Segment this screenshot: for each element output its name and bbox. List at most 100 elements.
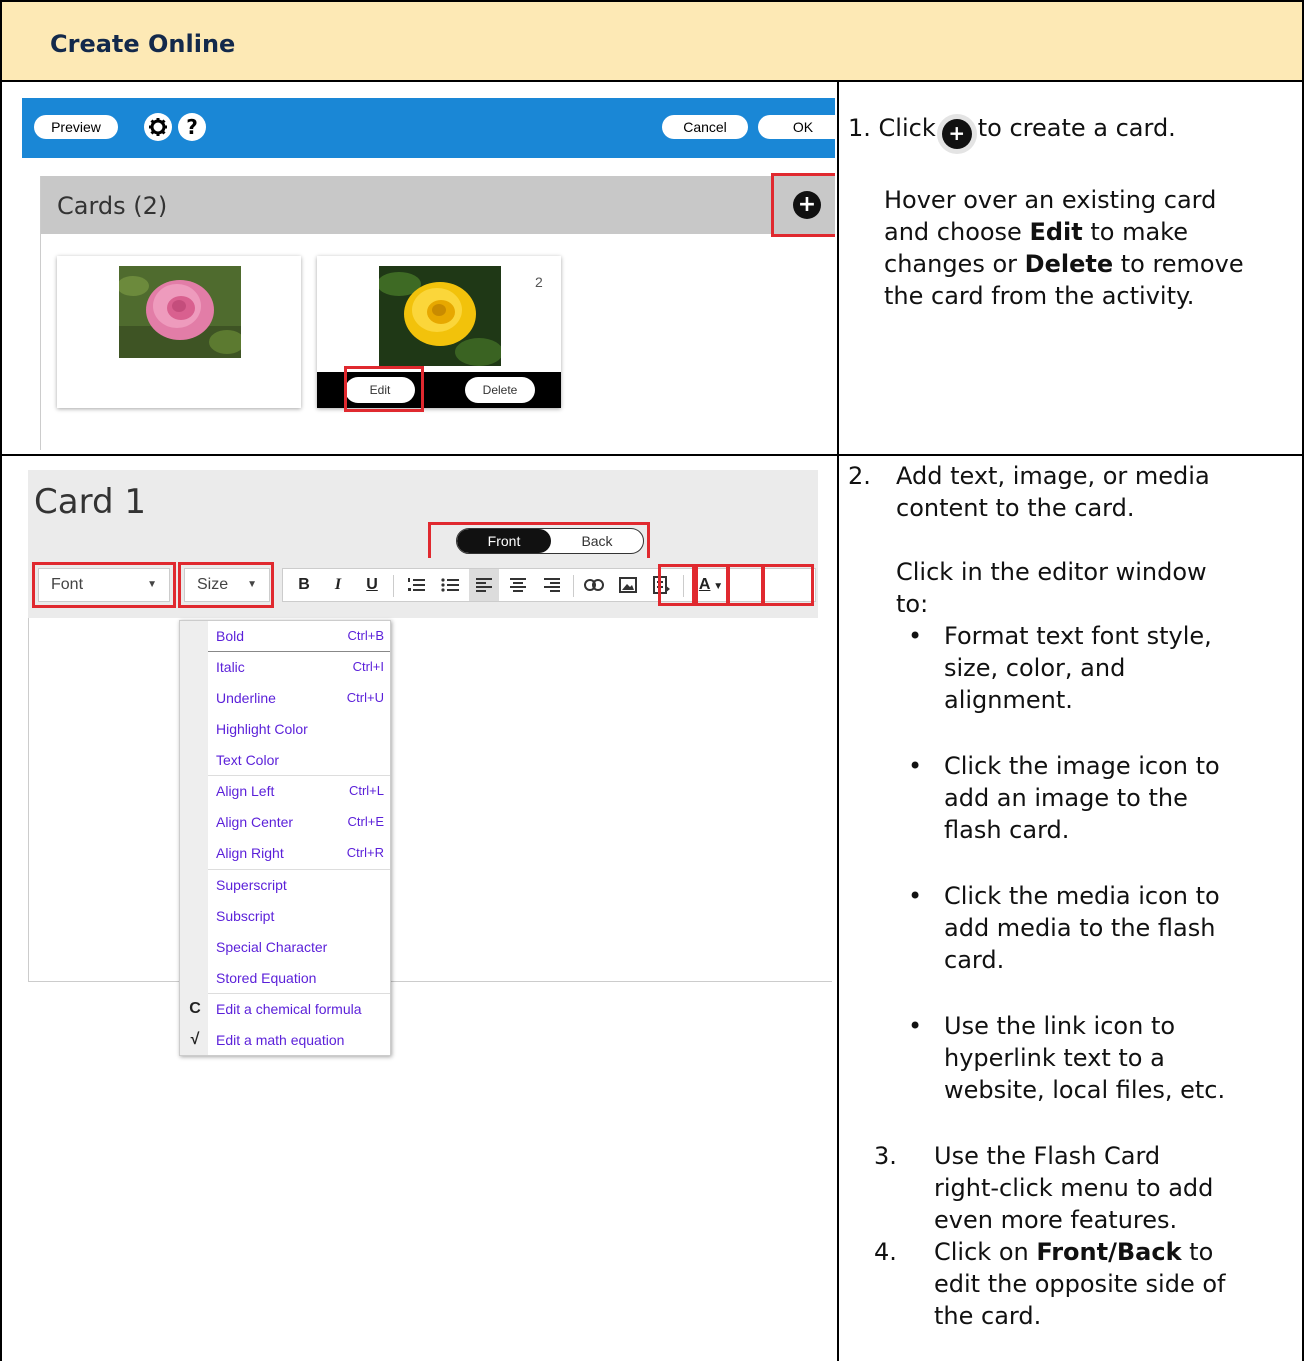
- question-icon[interactable]: ?: [178, 113, 206, 141]
- menu-item-math-equation[interactable]: √ Edit a math equation: [180, 1025, 390, 1055]
- highlight-front-back: [428, 522, 650, 562]
- card-editor-screenshot: Card 1 Front Back Font ▼ Size ▼ B I U A …: [28, 470, 832, 1056]
- toolbar-separator: [573, 575, 574, 597]
- cancel-button[interactable]: Cancel: [662, 115, 748, 139]
- menu-item-align-right[interactable]: Align Right Ctrl+R: [180, 838, 390, 868]
- cards-screenshot: Preview ? Cancel OK Cards (2) + 2 Edit D…: [22, 98, 835, 450]
- text-line: Format text font style,: [944, 622, 1212, 650]
- menu-item-align-center[interactable]: Align Center Ctrl+E: [180, 807, 390, 837]
- text-line: website, local files, etc.: [944, 1076, 1226, 1104]
- step1-text: 1. Click + to create a card.: [848, 112, 1288, 149]
- image-icon[interactable]: [613, 569, 643, 601]
- link-icon[interactable]: [579, 569, 609, 601]
- yellow-rose-image: [379, 266, 501, 366]
- bullet-dot: •: [908, 1012, 923, 1040]
- table-header: Create Online: [2, 2, 1302, 82]
- step1-hover-text: Hover over an existing card and choose E…: [884, 184, 1294, 312]
- text-line: size, color, and: [944, 654, 1126, 682]
- align-left-icon[interactable]: [469, 569, 499, 601]
- bullet-dot: •: [908, 882, 923, 910]
- card-tile[interactable]: [57, 256, 301, 408]
- numbered-list-icon[interactable]: [401, 569, 431, 601]
- text-line: the card.: [934, 1302, 1042, 1330]
- text-line: flash card.: [944, 816, 1070, 844]
- text-line: Click in the editor window: [896, 558, 1207, 586]
- text-line: and choose Edit to make: [884, 218, 1188, 246]
- menu-item-subscript[interactable]: Subscript: [180, 901, 390, 931]
- text-line: to:: [896, 590, 929, 618]
- underline-button[interactable]: U: [357, 569, 387, 601]
- step3-number: 3.: [874, 1142, 897, 1170]
- menu-item-chemical-formula[interactable]: C Edit a chemical formula: [180, 994, 390, 1024]
- section-title: Create Online: [50, 30, 236, 58]
- highlight-media: [726, 564, 764, 606]
- step1-suffix: to create a card.: [977, 114, 1176, 142]
- text-line: Add text, image, or media: [896, 462, 1210, 490]
- highlight-font: [32, 562, 176, 608]
- text-line: even more features.: [934, 1206, 1178, 1234]
- column-divider: [837, 82, 839, 1361]
- highlight-text-color: [762, 564, 814, 606]
- preview-button[interactable]: Preview: [34, 115, 118, 139]
- text-line: add an image to the: [944, 784, 1188, 812]
- editor-toolbar: Font ▼ Size ▼ B I U A ▼: [28, 558, 818, 618]
- context-menu: Bold Ctrl+B Italic Ctrl+I Underline Ctrl+U …: [179, 620, 391, 1056]
- toolbar-separator: [393, 575, 394, 597]
- text-line: Click on Front/Back to: [934, 1238, 1214, 1266]
- text-line: Hover over an existing card: [884, 186, 1217, 214]
- row-divider: [2, 454, 1302, 456]
- menu-item-superscript[interactable]: Superscript: [180, 870, 390, 900]
- text-line: edit the opposite side of: [934, 1270, 1226, 1298]
- gear-icon[interactable]: [144, 113, 172, 141]
- text-line: Click the media icon to: [944, 882, 1220, 910]
- text-line: Click the image icon to: [944, 752, 1220, 780]
- cards-panel: Cards (2) + 2 Edit Delete: [40, 173, 835, 450]
- bullet-list-icon[interactable]: [435, 569, 465, 601]
- text-line: changes or Delete to remove: [884, 250, 1244, 278]
- align-center-icon[interactable]: [503, 569, 533, 601]
- text-line: hyperlink text to a: [944, 1044, 1165, 1072]
- bullet-dot: •: [908, 752, 923, 780]
- step2-editor-text: Click in the editor window to:: [896, 556, 1296, 620]
- menu-item-bold[interactable]: Bold Ctrl+B: [180, 621, 390, 651]
- menu-item-stored-equation[interactable]: Stored Equation: [180, 963, 390, 993]
- delete-button[interactable]: Delete: [465, 377, 535, 403]
- step1-prefix: 1. Click: [848, 114, 936, 142]
- cards-header: Cards (2) +: [41, 176, 835, 234]
- cards-heading: Cards (2): [57, 192, 168, 220]
- highlight-image: [692, 564, 730, 606]
- text-line: right-click menu to add: [934, 1174, 1214, 1202]
- highlight-size: [178, 562, 274, 608]
- text-line: the card from the activity.: [884, 282, 1195, 310]
- text-line: Use the link icon to: [944, 1012, 1176, 1040]
- text-line: content to the card.: [896, 494, 1135, 522]
- editor-window[interactable]: [28, 618, 832, 982]
- plus-icon: +: [941, 119, 972, 149]
- text-line: alignment.: [944, 686, 1073, 714]
- step4-number: 4.: [874, 1238, 897, 1266]
- italic-button[interactable]: I: [323, 569, 353, 601]
- align-right-icon[interactable]: [537, 569, 567, 601]
- menu-item-italic[interactable]: Italic Ctrl+I: [180, 652, 390, 682]
- step2-text: Add text, image, or media content to the…: [896, 460, 1296, 524]
- highlight-edit: [344, 366, 424, 412]
- menu-item-text-color[interactable]: Text Color: [180, 745, 390, 775]
- chemistry-icon: C: [189, 1000, 201, 1017]
- editor-topbar: Preview ? Cancel OK: [22, 98, 835, 158]
- square-root-icon: √: [190, 1031, 200, 1048]
- menu-item-special-character[interactable]: Special Character: [180, 932, 390, 962]
- text-line: Use the Flash Card: [934, 1142, 1161, 1170]
- bullet-dot: •: [908, 622, 923, 650]
- step3-text: Use the Flash Card right-click menu to a…: [934, 1140, 1294, 1236]
- menu-item-align-left[interactable]: Align Left Ctrl+L: [180, 776, 390, 806]
- menu-item-highlight-color[interactable]: Highlight Color: [180, 714, 390, 744]
- card-number: 2: [535, 274, 543, 290]
- card-title: Card 1: [34, 482, 146, 522]
- pink-rose-image: [119, 266, 241, 358]
- highlight-add-card: [771, 173, 835, 237]
- ok-button[interactable]: OK: [758, 115, 835, 139]
- menu-item-underline[interactable]: Underline Ctrl+U: [180, 683, 390, 713]
- step4-text: Click on Front/Back to edit the opposite…: [934, 1236, 1294, 1332]
- bold-button[interactable]: B: [289, 569, 319, 601]
- text-line: add media to the flash: [944, 914, 1216, 942]
